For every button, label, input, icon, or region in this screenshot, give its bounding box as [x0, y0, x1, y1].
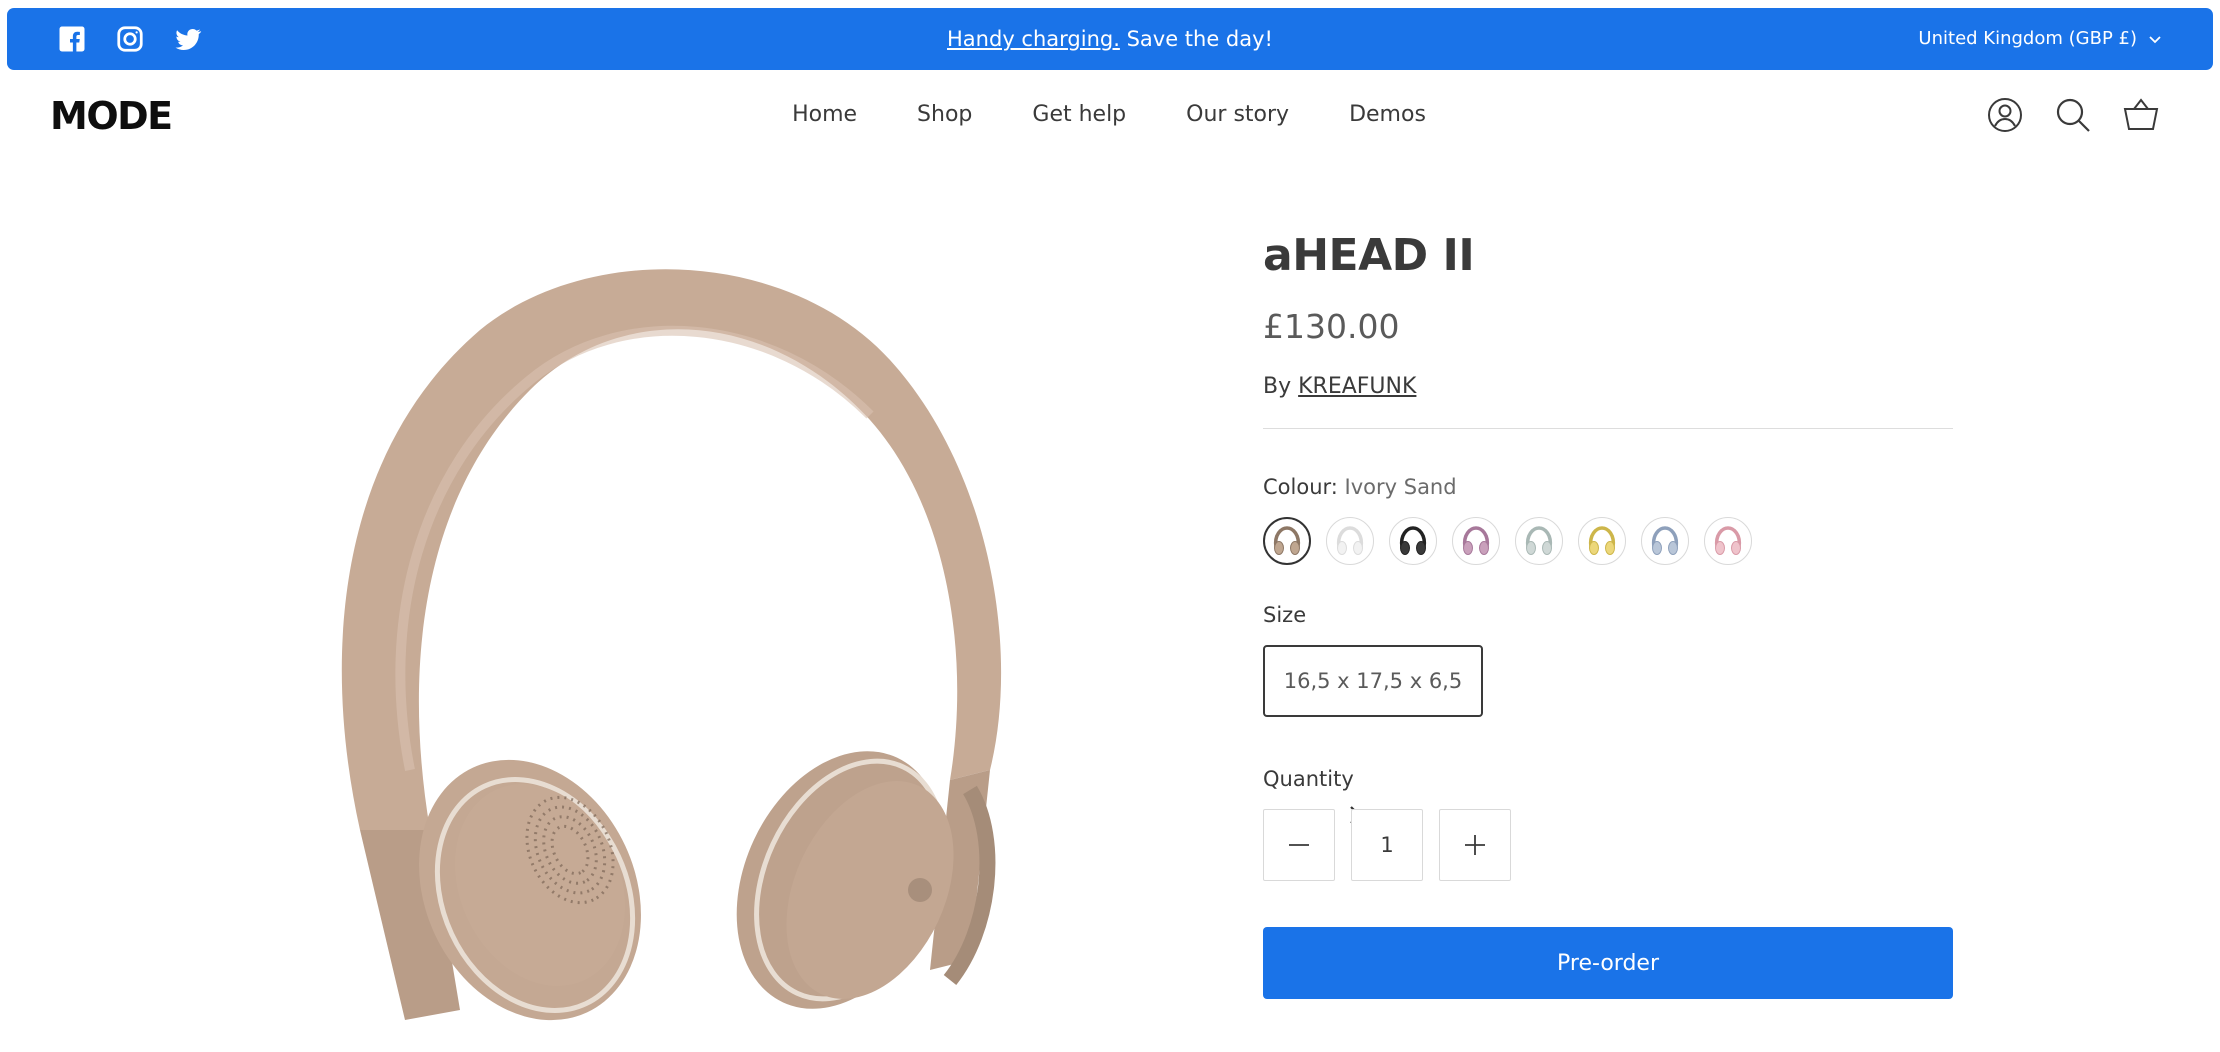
colour-swatch[interactable] [1326, 517, 1374, 565]
headphones-icon [1651, 526, 1679, 555]
announcement-text: Handy charging. Save the day! [7, 25, 2213, 53]
quantity-selector: Quantity [1263, 765, 1953, 881]
headphones-icon [1714, 526, 1742, 555]
quantity-decrease-button[interactable] [1263, 809, 1335, 881]
colour-swatch[interactable] [1452, 517, 1500, 565]
main-nav: Home Shop Get help Our story Demos [0, 100, 2220, 130]
nav-shop[interactable]: Shop [917, 100, 972, 130]
quantity-label: Quantity [1263, 767, 1354, 791]
size-option: Size 16,5 x 17,5 x 6,5 [1263, 601, 1953, 717]
nav-home[interactable]: Home [792, 100, 857, 130]
colour-swatch[interactable] [1389, 517, 1437, 565]
size-label: Size [1263, 603, 1307, 627]
announcement-bar: Handy charging. Save the day! United Kin… [7, 8, 2213, 70]
headphones-icon [1336, 526, 1364, 555]
currency-selector[interactable]: United Kingdom (GBP £) [1918, 27, 2163, 51]
headphones-icon [1273, 526, 1301, 555]
product-vendor: By KREAFUNK [1263, 372, 1953, 402]
colour-swatches [1263, 517, 1953, 565]
quantity-increase-button[interactable] [1439, 809, 1511, 881]
announcement-link[interactable]: Handy charging. [947, 27, 1120, 51]
pre-order-button[interactable]: Pre-order [1263, 927, 1953, 999]
cart-basket-icon[interactable] [2122, 96, 2160, 134]
search-icon[interactable] [2054, 96, 2092, 134]
colour-option: Colour: Ivory Sand [1263, 473, 1953, 565]
colour-swatch[interactable] [1578, 517, 1626, 565]
nav-our-story[interactable]: Our story [1186, 100, 1289, 130]
headphones-icon [1525, 526, 1553, 555]
quantity-input[interactable] [1351, 809, 1423, 881]
nav-get-help[interactable]: Get help [1032, 100, 1126, 130]
headphones-icon [1588, 526, 1616, 555]
colour-swatch[interactable] [1641, 517, 1689, 565]
nav-demos[interactable]: Demos [1349, 100, 1426, 130]
announcement-message: Save the day! [1119, 27, 1273, 51]
headphones-icon [1462, 526, 1490, 555]
product-title: aHEAD II [1263, 230, 1475, 281]
vendor-prefix: By [1263, 374, 1299, 399]
currency-label: United Kingdom (GBP £) [1918, 28, 2137, 49]
minus-icon [1289, 844, 1309, 846]
product-info: aHEAD II £130.00 By KREAFUNK Colour: Ivo… [1263, 228, 1953, 999]
product-gallery [230, 190, 1361, 1052]
headphones-icon [1399, 526, 1427, 555]
colour-value: Ivory Sand [1344, 475, 1457, 499]
colour-swatch[interactable] [1263, 517, 1311, 565]
colour-swatch[interactable] [1704, 517, 1752, 565]
product-price: £130.00 [1263, 307, 1400, 346]
colour-label-row: Colour: Ivory Sand [1263, 473, 1953, 501]
divider [1263, 428, 1953, 429]
colour-swatch[interactable] [1515, 517, 1563, 565]
colour-label: Colour: [1263, 475, 1338, 499]
size-option-button[interactable]: 16,5 x 17,5 x 6,5 [1263, 645, 1483, 717]
vendor-link[interactable]: KREAFUNK [1298, 374, 1416, 399]
plus-icon [1465, 835, 1485, 855]
account-icon[interactable] [1986, 96, 2024, 134]
chevron-down-icon [2149, 36, 2161, 44]
header-icons [1986, 96, 2160, 134]
product-image[interactable] [230, 190, 1250, 1052]
